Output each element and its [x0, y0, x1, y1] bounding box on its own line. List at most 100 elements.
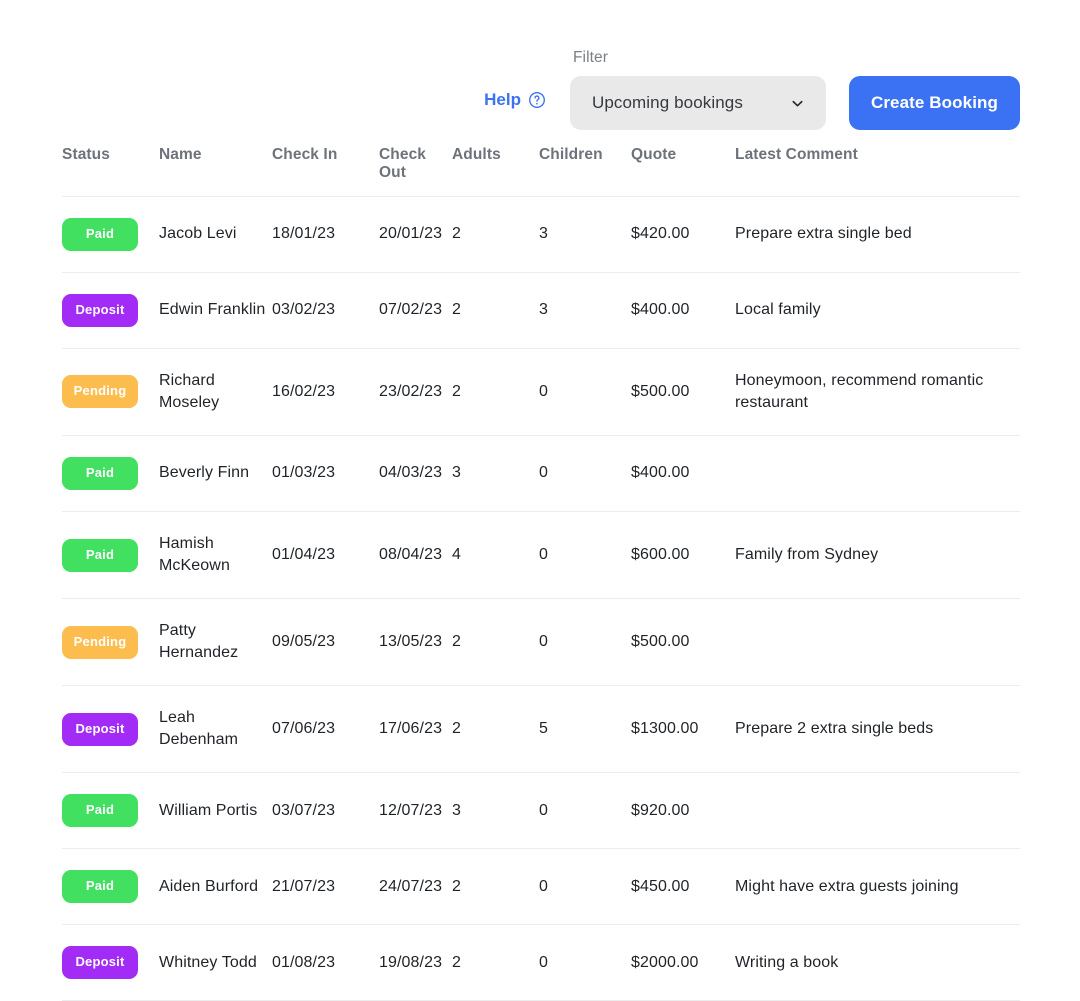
status-badge[interactable]: Paid: [62, 794, 138, 828]
cell-children: 3: [539, 272, 631, 349]
cell-name: Patty Hernandez: [159, 598, 272, 687]
cell-quote: $420.00: [631, 196, 735, 273]
table-row[interactable]: Pending Patty Hernandez 09/05/23 13/05/23 2 0…: [62, 598, 1020, 687]
cell-children: 0: [539, 435, 631, 512]
cell-latest-comment: [735, 598, 1020, 687]
status-badge[interactable]: Pending: [62, 625, 138, 659]
cell-quote: $2000.00: [631, 924, 735, 1001]
cell-check-out: 04/03/23: [379, 435, 452, 512]
table-head: Status Name Check In Check Out Adults Ch…: [62, 146, 1020, 197]
filter-group: Filter Upcoming bookings: [569, 49, 826, 130]
cell-adults: 2: [452, 924, 539, 1001]
status-badge[interactable]: Paid: [62, 870, 138, 904]
table-row[interactable]: Paid Hamish McKeown 01/04/23 08/04/23 4 0 $600…: [62, 511, 1020, 600]
cell-children: 3: [539, 196, 631, 273]
table-header-row: Status Name Check In Check Out Adults Ch…: [62, 146, 1020, 197]
table-row[interactable]: Deposit Leah Debenham 07/06/23 17/06/23 2 5 $1…: [62, 685, 1020, 774]
cell-check-in: 01/08/23: [272, 924, 379, 1001]
bookings-page: Help Filter Upcoming bookings Create Boo…: [0, 0, 1080, 1001]
cell-name: Aiden Burford: [159, 848, 272, 926]
column-header-latest-comment[interactable]: Latest Comment: [735, 146, 1020, 197]
filter-select[interactable]: Upcoming bookings: [569, 76, 826, 130]
cell-name: Richard Moseley: [159, 348, 272, 437]
cell-check-out: 12/07/23: [379, 772, 452, 850]
cell-children: 5: [539, 685, 631, 774]
cell-latest-comment: Writing a book: [735, 924, 1020, 1001]
status-badge[interactable]: Paid: [62, 538, 138, 572]
cell-name: Edwin Franklin: [159, 272, 272, 349]
status-badge[interactable]: Deposit: [62, 712, 138, 746]
table-row[interactable]: Deposit Edwin Franklin 03/02/23 07/02/23 2 3 $…: [62, 272, 1020, 349]
cell-quote: $920.00: [631, 772, 735, 850]
status-badge[interactable]: Pending: [62, 375, 138, 409]
table-row[interactable]: Pending Richard Moseley 16/02/23 23/02/23 2 0…: [62, 348, 1020, 437]
cell-adults: 2: [452, 196, 539, 273]
cell-check-in: 01/03/23: [272, 435, 379, 512]
cell-status: Deposit: [62, 924, 159, 1001]
filter-label: Filter: [572, 49, 608, 66]
cell-check-in: 18/01/23: [272, 196, 379, 273]
cell-name: Hamish McKeown: [159, 511, 272, 600]
cell-children: 0: [539, 511, 631, 600]
table-row[interactable]: Paid Beverly Finn 01/03/23 04/03/23 3 0 $400.0…: [62, 435, 1020, 512]
cell-check-in: 16/02/23: [272, 348, 379, 437]
cell-check-in: 01/04/23: [272, 511, 379, 600]
cell-name: Beverly Finn: [159, 435, 272, 512]
cell-quote: $600.00: [631, 511, 735, 600]
cell-adults: 2: [452, 348, 539, 437]
cell-status: Pending: [62, 598, 159, 687]
column-header-status[interactable]: Status: [62, 146, 159, 197]
cell-children: 0: [539, 772, 631, 850]
help-link-label: Help: [484, 90, 521, 109]
column-header-children[interactable]: Children: [539, 146, 631, 197]
cell-check-in: 03/07/23: [272, 772, 379, 850]
cell-latest-comment: Family from Sydney: [735, 511, 1020, 600]
table-row[interactable]: Paid Jacob Levi 18/01/23 20/01/23 2 3 $420.00 P…: [62, 196, 1020, 273]
status-badge[interactable]: Paid: [62, 457, 138, 490]
cell-adults: 2: [452, 272, 539, 349]
cell-status: Pending: [62, 348, 159, 437]
column-header-check-out[interactable]: Check Out: [379, 146, 452, 197]
cell-children: 0: [539, 598, 631, 687]
bookings-table: Status Name Check In Check Out Adults Ch…: [62, 146, 1020, 1001]
cell-check-in: 21/07/23: [272, 848, 379, 926]
column-header-quote[interactable]: Quote: [631, 146, 735, 197]
cell-status: Deposit: [62, 685, 159, 774]
cell-status: Deposit: [62, 272, 159, 349]
cell-latest-comment: [735, 772, 1020, 850]
status-badge[interactable]: Deposit: [62, 946, 138, 980]
column-header-name[interactable]: Name: [159, 146, 272, 197]
cell-adults: 2: [452, 685, 539, 774]
column-header-check-in[interactable]: Check In: [272, 146, 379, 197]
bookings-table-container: Status Name Check In Check Out Adults Ch…: [62, 146, 1020, 1001]
cell-check-out: 24/07/23: [379, 848, 452, 926]
cell-latest-comment: [735, 435, 1020, 512]
cell-adults: 3: [452, 435, 539, 512]
cell-check-out: 19/08/23: [379, 924, 452, 1001]
create-booking-button[interactable]: Create Booking: [848, 76, 1020, 130]
status-badge[interactable]: Deposit: [62, 293, 138, 327]
table-row[interactable]: Paid Aiden Burford 21/07/23 24/07/23 2 0 $450.…: [62, 848, 1020, 926]
cell-check-in: 03/02/23: [272, 272, 379, 349]
help-link[interactable]: Help: [484, 90, 546, 110]
cell-latest-comment: Local family: [735, 272, 1020, 349]
cell-adults: 4: [452, 511, 539, 600]
cell-quote: $1300.00: [631, 685, 735, 774]
cell-check-out: 20/01/23: [379, 196, 452, 273]
cell-latest-comment: Prepare extra single bed: [735, 196, 1020, 273]
cell-quote: $500.00: [631, 348, 735, 437]
table-row[interactable]: Paid William Portis 03/07/23 12/07/23 3 0 $920…: [62, 772, 1020, 850]
cell-check-out: 17/06/23: [379, 685, 452, 774]
question-circle-icon: [528, 91, 546, 109]
cell-status: Paid: [62, 848, 159, 926]
cell-check-out: 13/05/23: [379, 598, 452, 687]
cell-latest-comment: Honeymoon, recommend romantic restaurant: [735, 348, 1020, 437]
status-badge[interactable]: Paid: [62, 218, 138, 251]
table-row[interactable]: Deposit Whitney Todd 01/08/23 19/08/23 2 0 $20…: [62, 924, 1020, 1001]
column-header-adults[interactable]: Adults: [452, 146, 539, 197]
cell-name: Whitney Todd: [159, 924, 272, 1001]
cell-quote: $400.00: [631, 435, 735, 512]
cell-check-in: 09/05/23: [272, 598, 379, 687]
cell-status: Paid: [62, 772, 159, 850]
cell-children: 0: [539, 848, 631, 926]
